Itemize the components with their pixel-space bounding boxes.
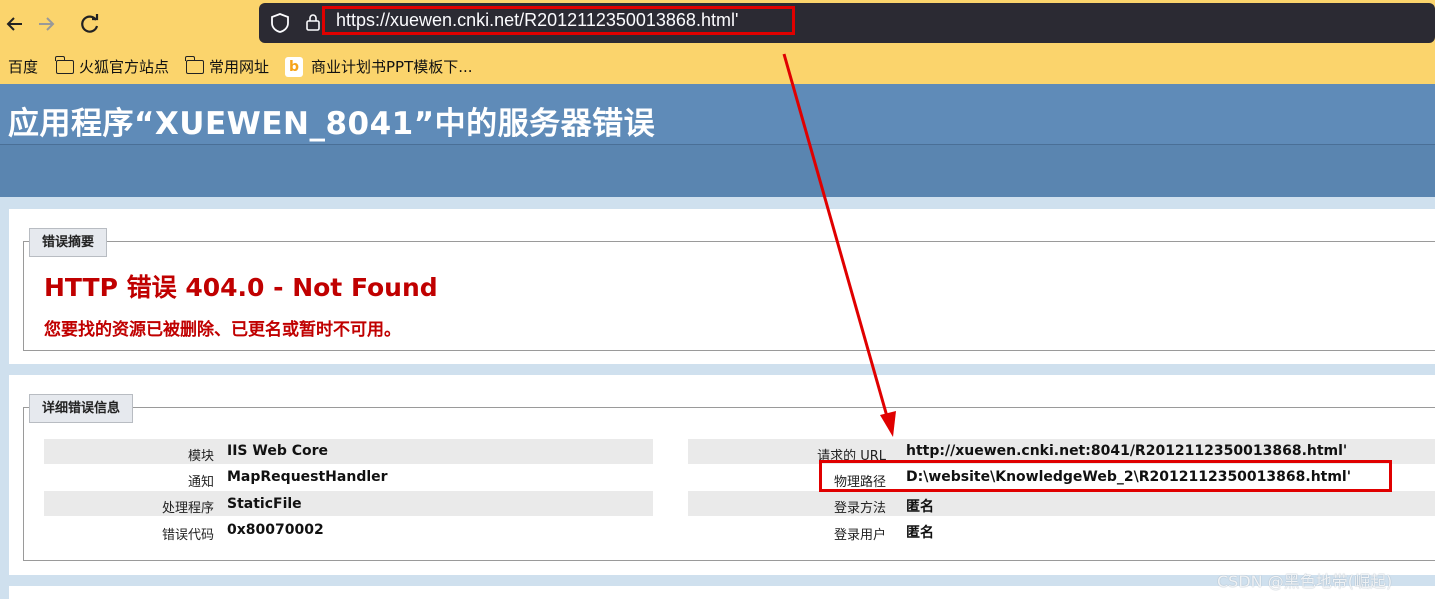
annotation-arrow [782,53,896,437]
watermark: CSDN @黑色地带(崛起) [1217,572,1393,591]
